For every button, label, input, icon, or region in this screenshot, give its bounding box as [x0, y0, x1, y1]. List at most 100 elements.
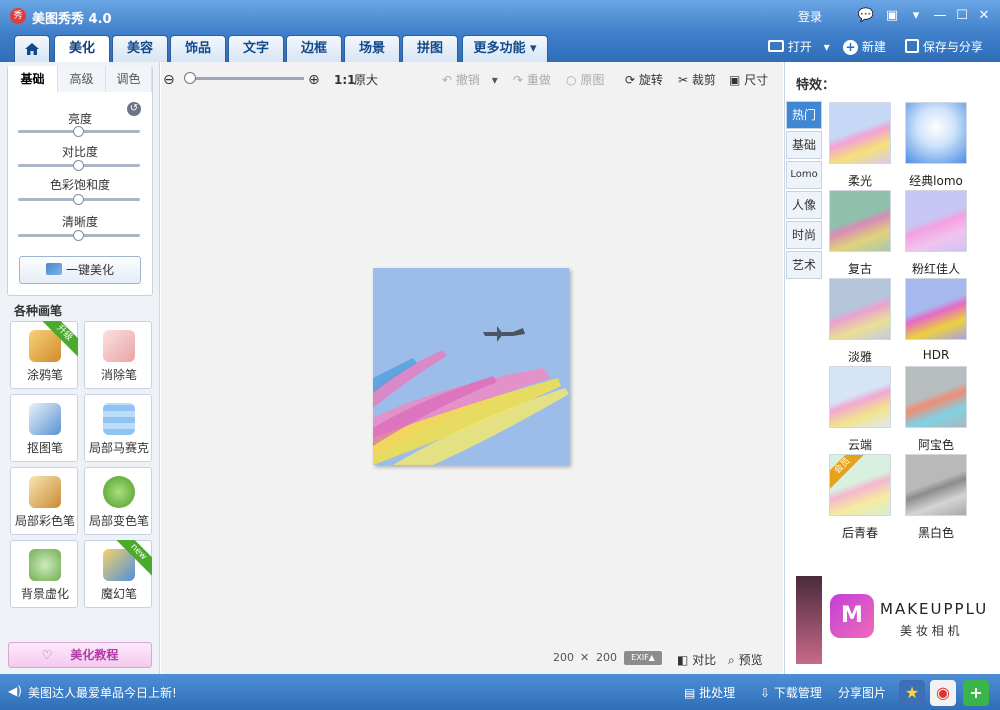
share-image-button[interactable]: 分享图片	[838, 684, 886, 701]
slider-brightness-label: 亮度	[67, 112, 92, 126]
effect-cat-lomo[interactable]: Lomo	[786, 161, 822, 189]
dimension-separator: ✕	[580, 651, 590, 664]
open-button[interactable]: 打开 ▾	[768, 37, 830, 57]
effect-vintage-thumb[interactable]	[829, 190, 891, 252]
tab-scene[interactable]: 场景	[344, 35, 400, 62]
crop-button[interactable]: ✂ 裁剪	[678, 72, 716, 88]
effect-cloud-thumb[interactable]	[829, 366, 891, 428]
brush-eraser[interactable]: 消除笔	[84, 321, 152, 389]
effect-cat-fashion[interactable]: 时尚	[786, 221, 822, 249]
brush-magic[interactable]: 魔幻笔 new	[84, 540, 152, 608]
chat-icon[interactable]: 💬	[856, 6, 876, 26]
actual-size-ratio[interactable]: 1:1	[334, 72, 356, 88]
slider-saturation-knob[interactable]	[73, 194, 84, 205]
original-button[interactable]: ○ 原图	[566, 72, 604, 88]
effect-classic-lomo-label: 经典lomo	[909, 174, 963, 188]
image-width: 200	[553, 651, 574, 664]
subtab-advanced[interactable]: 高级	[58, 66, 106, 92]
effect-cat-art[interactable]: 艺术	[786, 251, 822, 279]
brush-bg-blur-label: 背景虚化	[20, 587, 69, 601]
mosaic-icon	[103, 403, 135, 435]
slider-brightness-knob[interactable]	[73, 126, 84, 137]
zoom-in-icon[interactable]: ⊕	[308, 72, 320, 88]
add-plus-icon[interactable]: +	[963, 680, 989, 706]
tab-frame[interactable]: 边框	[286, 35, 342, 62]
compare-button[interactable]: ◧ 对比	[677, 651, 716, 668]
effect-youth-thumb[interactable]: 会员	[829, 454, 891, 516]
tab-beautify[interactable]: 美化	[54, 35, 110, 62]
tab-face[interactable]: 美容	[112, 35, 168, 62]
tab-decor[interactable]: 饰品	[170, 35, 226, 62]
undo-dropdown-icon: ▾	[491, 73, 498, 87]
tab-collage[interactable]: 拼图	[402, 35, 458, 62]
original-label: 原图	[580, 73, 605, 87]
brush-cutout[interactable]: 抠图笔	[10, 394, 78, 462]
effect-cat-basic[interactable]: 基础	[786, 131, 822, 159]
download-label: 下载管理	[773, 686, 822, 700]
effect-hdr-thumb[interactable]	[905, 278, 967, 340]
tab-text[interactable]: 文字	[228, 35, 284, 62]
effect-black-white-thumb[interactable]	[905, 454, 967, 516]
status-message[interactable]: 美图达人最爱单品今日上新!	[28, 684, 177, 701]
minimize-button[interactable]: —	[930, 6, 950, 26]
chevron-down-icon: ▾	[823, 40, 830, 54]
menu-icon[interactable]: ▾	[906, 6, 926, 26]
brush-doodle[interactable]: 涂鸦笔 升级	[10, 321, 78, 389]
close-button[interactable]: ✕	[974, 6, 994, 26]
home-tab[interactable]	[14, 35, 50, 62]
undo-button[interactable]: ↶ 撤销 ▾	[442, 72, 498, 88]
slider-saturation-label: 色彩饱和度	[49, 178, 110, 192]
brush-bg-blur[interactable]: 背景虚化	[10, 540, 78, 608]
effect-elegant-thumb[interactable]	[829, 278, 891, 340]
slider-sharpness-knob[interactable]	[73, 230, 84, 241]
effect-cloud-label: 云端	[847, 438, 872, 452]
effect-abao-label: 阿宝色	[917, 438, 954, 452]
edited-photo[interactable]	[373, 268, 569, 465]
one-click-beautify-button[interactable]: 一键美化	[19, 256, 141, 284]
brush-eraser-label: 消除笔	[100, 368, 137, 382]
download-icon: ⇩	[760, 686, 771, 700]
effect-classic-lomo-thumb[interactable]	[905, 102, 967, 164]
subtab-color[interactable]: 调色	[106, 66, 152, 92]
skin-icon[interactable]: ▣	[882, 6, 902, 26]
download-manager-button[interactable]: ⇩ 下载管理	[760, 684, 822, 701]
weibo-icon[interactable]: ◉	[930, 680, 956, 706]
effect-soft-light-thumb[interactable]	[829, 102, 891, 164]
redo-button[interactable]: ↷ 重做	[513, 72, 551, 88]
beautify-tutorial-button[interactable]: ♡ 美化教程	[8, 642, 152, 668]
exif-badge[interactable]: EXIF▲	[624, 651, 662, 665]
effect-abao-thumb[interactable]	[905, 366, 967, 428]
save-label: 保存与分享	[922, 40, 983, 54]
color-brush-icon	[29, 476, 61, 508]
login-link[interactable]: 登录	[798, 8, 822, 25]
brush-mosaic[interactable]: 局部马赛克	[84, 394, 152, 462]
star-icon[interactable]: ★	[899, 680, 925, 706]
zoom-out-icon[interactable]: ⊖	[163, 72, 175, 88]
effect-pink-lady-thumb[interactable]	[905, 190, 967, 252]
zoom-slider-knob[interactable]	[184, 72, 196, 84]
save-share-button[interactable]: 保存与分享	[905, 37, 983, 57]
slider-contrast-label: 对比度	[61, 145, 98, 159]
zoom-slider-track[interactable]	[186, 77, 304, 80]
brush-recolor[interactable]: 局部变色笔	[84, 467, 152, 535]
slider-contrast-knob[interactable]	[73, 160, 84, 171]
batch-button[interactable]: ▤ 批处理	[684, 684, 735, 701]
brush-partial-color[interactable]: 局部彩色笔	[10, 467, 78, 535]
actual-size-label[interactable]: 原大	[354, 72, 378, 88]
preview-button[interactable]: ⌕ 预览	[728, 651, 763, 668]
effect-cat-hot[interactable]: 热门	[786, 101, 822, 129]
undo-label: 撤销	[455, 73, 480, 87]
speaker-icon: ◀)	[8, 684, 22, 698]
brush-recolor-label: 局部变色笔	[88, 514, 149, 528]
effect-cat-portrait[interactable]: 人像	[786, 191, 822, 219]
maximize-button[interactable]: ☐	[952, 6, 972, 26]
new-button[interactable]: + 新建	[843, 37, 886, 57]
resize-button[interactable]: ▣ 尺寸	[729, 72, 768, 88]
new-badge: new	[116, 540, 152, 576]
subtab-basic[interactable]: 基础	[8, 66, 58, 92]
app-logo-icon: 秀	[10, 8, 26, 24]
ad-banner[interactable]: M MAKEUPPLU 美 妆 相 机	[796, 576, 986, 664]
rotate-button[interactable]: ⟳ 旋转	[625, 72, 663, 88]
batch-icon: ▤	[684, 686, 696, 700]
tab-more[interactable]: 更多功能 ▾	[462, 35, 548, 62]
